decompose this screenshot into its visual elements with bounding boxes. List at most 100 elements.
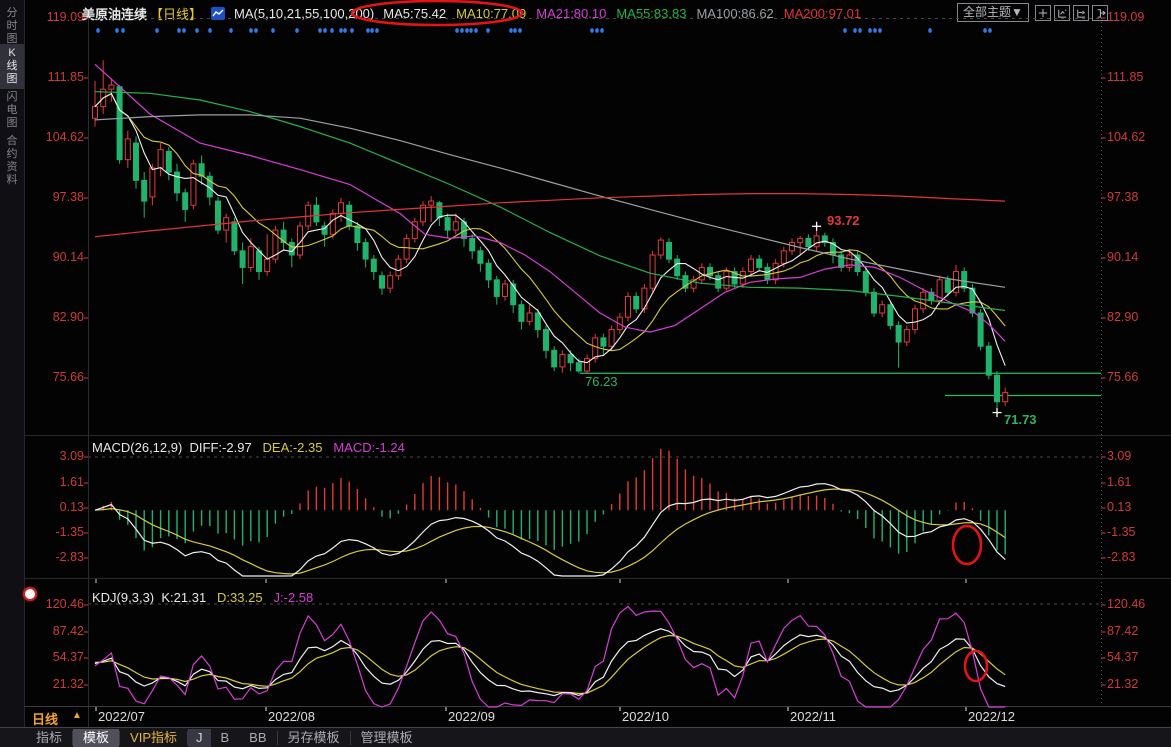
period-label[interactable]: 日线 (32, 709, 58, 728)
price-axis-label-right: 1.61 (1107, 475, 1131, 489)
candle-down (708, 267, 713, 275)
signal-dot (330, 28, 334, 33)
sidebar-tab-分时图[interactable]: 分时图 (0, 4, 24, 49)
candle-down (970, 288, 975, 313)
bottom-tab-B[interactable]: B (211, 729, 240, 747)
candle-up (429, 201, 434, 205)
bottom-tab-BB[interactable]: BB (239, 729, 276, 747)
sidebar-tab-合约资料[interactable]: 合约资料 (0, 132, 24, 190)
month-label: 2022/09 (448, 709, 495, 724)
candle-down (978, 313, 983, 346)
price-axis-label-right: 54.37 (1107, 650, 1138, 664)
candle-up (740, 272, 745, 284)
axis-scale-icon[interactable] (1054, 5, 1070, 21)
price-axis-label-left: 3.09 (26, 449, 84, 463)
ma-value: MA10:77.09 (456, 6, 526, 21)
candle-up (404, 238, 409, 259)
bottom-tab-指标[interactable]: 指标 (26, 729, 72, 747)
candle-up (191, 164, 196, 205)
candle-up (150, 168, 155, 197)
price-axis-label-right: 82.90 (1107, 310, 1138, 324)
bottom-tab-VIP指标[interactable]: VIP指标 (120, 729, 187, 747)
price-axis-label-right: 90.14 (1107, 250, 1138, 264)
signal-dot (208, 28, 212, 33)
candle-up (781, 251, 786, 263)
candle-down (601, 338, 606, 346)
signal-dot (177, 28, 181, 33)
peak-price-annotation: 93.72 (827, 213, 860, 228)
signal-dot (513, 28, 517, 33)
kdj-j-value: J:-2.58 (273, 590, 313, 605)
candle-down (634, 296, 639, 308)
month-label: 2022/07 (98, 709, 145, 724)
candle-up (224, 218, 229, 230)
candle-down (486, 263, 491, 280)
bottom-tab-另存模板[interactable]: 另存模板 (278, 729, 350, 747)
bottom-tab-模板[interactable]: 模板 (73, 729, 119, 747)
candle-up (954, 272, 959, 293)
signal-dot (375, 28, 379, 33)
ma-value: MA200:97.01 (784, 6, 861, 21)
price-axis-label-right: 0.13 (1107, 500, 1131, 514)
bottom-tab-bar: 指标模板VIP指标JBBB另存模板管理模板 (0, 727, 1171, 747)
ma-line (95, 64, 1005, 341)
price-axis-label-right: -1.35 (1107, 525, 1136, 539)
indicator-settings-icon[interactable] (23, 587, 37, 601)
signal-dot (469, 28, 473, 33)
period-collapse-arrow[interactable]: ▲ (72, 710, 82, 721)
signal-dot (474, 28, 478, 33)
signal-dot (229, 28, 233, 33)
candle-down (240, 251, 245, 268)
bottom-tab-J[interactable]: J (188, 729, 211, 747)
candle-down (478, 251, 483, 263)
candle-down (363, 243, 368, 260)
candle-up (330, 214, 335, 235)
price-axis-label-left: 1.61 (26, 475, 84, 489)
signal-dot (928, 28, 932, 33)
candle-up (617, 317, 622, 329)
macd-header: MACD(26,12,9) DIFF:-2.97 DEA:-2.35 MACD:… (92, 440, 405, 455)
ma-value: MA21:80.10 (536, 6, 606, 21)
signal-dot (96, 28, 100, 33)
signal-dot (350, 28, 354, 33)
signal-dot (370, 28, 374, 33)
period-tag: 【日线】 (150, 4, 202, 23)
candle-down (535, 313, 540, 330)
top-right-controls: 全部主题▼ (957, 3, 1108, 22)
candle-down (896, 325, 901, 342)
axis-shift-icon[interactable] (1073, 5, 1089, 21)
candle-down (281, 230, 286, 242)
sidebar-tab-K线图[interactable]: K线图 (0, 44, 24, 89)
theme-dropdown-button[interactable]: 全部主题▼ (957, 3, 1029, 22)
candle-down (732, 272, 737, 284)
bottom-tab-管理模板[interactable]: 管理模板 (351, 729, 423, 747)
candle-up (585, 359, 590, 371)
candle-up (273, 230, 278, 259)
candle-up (412, 222, 417, 239)
month-label: 2022/10 (622, 709, 669, 724)
candle-up (642, 288, 647, 309)
candle-down (289, 243, 294, 255)
candle-down (207, 176, 212, 197)
candle-down (166, 151, 171, 172)
popout-icon[interactable] (1092, 5, 1108, 21)
candle-up (388, 276, 393, 288)
signal-dot (843, 28, 847, 33)
signal-dot (343, 28, 347, 33)
candle-up (814, 236, 819, 247)
candle-up (650, 255, 655, 288)
candle-down (831, 243, 836, 255)
candle-up (527, 313, 532, 321)
ma-values: MA5:75.42MA10:77.09MA21:80.10MA55:83.83M… (383, 6, 861, 21)
move-icon[interactable] (1035, 5, 1051, 21)
candle-up (1003, 393, 1008, 402)
price-axis-label-left: -2.83 (26, 550, 84, 564)
macd-dea-value: DEA:-2.35 (263, 440, 323, 455)
candle-down (552, 350, 557, 367)
candle-up (847, 255, 852, 267)
signal-dot (323, 28, 327, 33)
price-axis-label-right: 120.46 (1107, 597, 1145, 611)
candle-down (519, 305, 524, 322)
candle-up (158, 150, 163, 168)
sidebar-tab-闪电图[interactable]: 闪电图 (0, 88, 24, 133)
